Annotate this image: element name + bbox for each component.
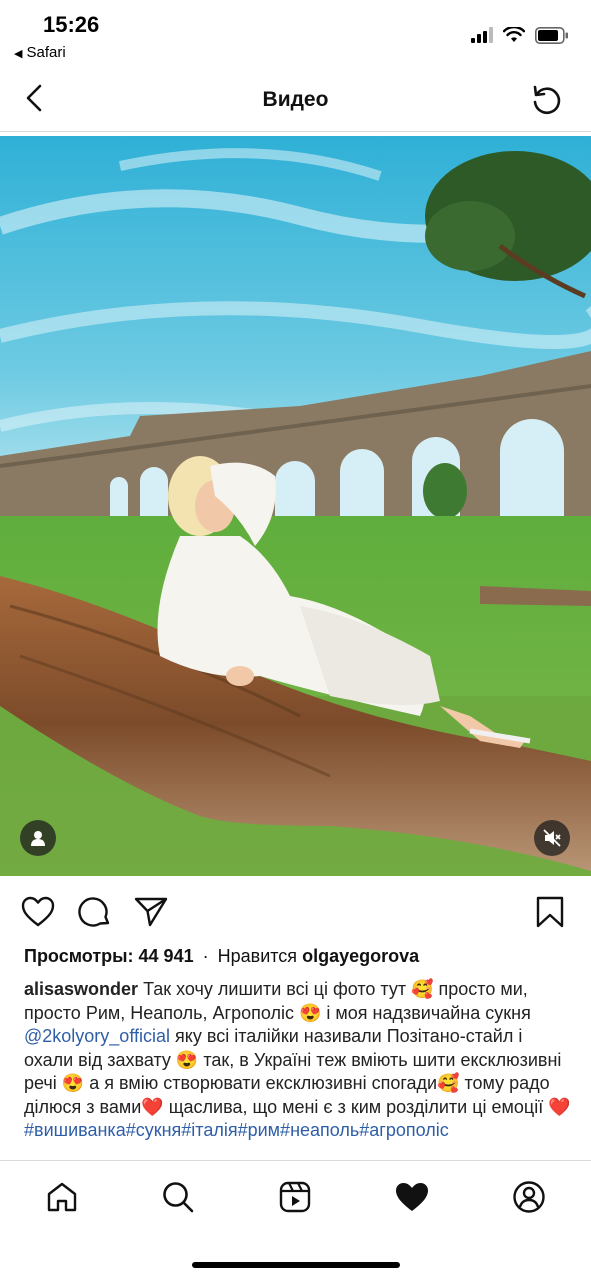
bookmark-icon bbox=[536, 896, 564, 928]
home-indicator[interactable] bbox=[192, 1262, 400, 1268]
wifi-icon bbox=[503, 27, 525, 42]
nav-bar: Видео bbox=[0, 70, 591, 132]
refresh-button[interactable] bbox=[529, 82, 565, 118]
video-frame bbox=[0, 136, 591, 876]
views-count: 44 941 bbox=[138, 946, 194, 966]
profile-icon bbox=[513, 1181, 545, 1213]
separator: · bbox=[202, 946, 209, 966]
liked-by-label: Нравится bbox=[217, 946, 298, 966]
cellular-signal-icon bbox=[471, 27, 493, 43]
comment-button[interactable] bbox=[77, 894, 113, 930]
comment-icon bbox=[78, 897, 110, 927]
muted-speaker-icon bbox=[543, 829, 561, 847]
views-line: Просмотры: 44 941 · Нравится olgayegorov… bbox=[24, 946, 419, 967]
home-icon bbox=[47, 1182, 77, 1212]
tab-profile[interactable] bbox=[509, 1177, 549, 1217]
video-player[interactable] bbox=[0, 136, 591, 876]
heart-outline-icon bbox=[21, 896, 55, 927]
back-to-safari-link[interactable]: ◀ Safari bbox=[14, 44, 66, 61]
tab-reels[interactable] bbox=[275, 1177, 315, 1217]
share-button[interactable] bbox=[133, 894, 169, 930]
refresh-icon bbox=[533, 85, 561, 115]
status-time: 15:26 bbox=[43, 12, 100, 37]
mute-button[interactable] bbox=[534, 820, 570, 856]
user-tag-button[interactable] bbox=[20, 820, 56, 856]
like-button[interactable] bbox=[20, 894, 56, 930]
back-triangle-icon: ◀ bbox=[14, 48, 23, 60]
post-actions bbox=[0, 888, 591, 936]
caption-author-link[interactable]: alisaswonder bbox=[24, 979, 138, 999]
liked-by-user-link[interactable]: olgayegorova bbox=[302, 946, 419, 966]
page-title: Видео bbox=[262, 88, 329, 111]
tab-search[interactable] bbox=[158, 1177, 198, 1217]
caption-hashtags-link[interactable]: #вишиванка#сукня#італія#рим#неаполь#агро… bbox=[24, 1120, 449, 1140]
post-caption: alisaswonder Так хочу лишити всі ці фото… bbox=[24, 978, 572, 1143]
search-icon bbox=[163, 1182, 194, 1213]
battery-icon bbox=[535, 26, 568, 44]
tab-activity[interactable] bbox=[392, 1177, 432, 1217]
tab-home[interactable] bbox=[42, 1177, 82, 1217]
caption-mention-link[interactable]: @2kolyory_official bbox=[24, 1026, 170, 1046]
status-icons bbox=[471, 24, 569, 46]
reels-icon bbox=[279, 1181, 311, 1213]
status-bar: 15:26 ◀ Safari bbox=[0, 0, 591, 70]
save-button[interactable] bbox=[532, 894, 568, 930]
views-label: Просмотры: bbox=[24, 946, 134, 966]
person-icon bbox=[31, 831, 45, 846]
back-app-label: Safari bbox=[26, 44, 66, 61]
send-icon bbox=[134, 897, 168, 927]
activity-heart-icon bbox=[396, 1183, 428, 1211]
